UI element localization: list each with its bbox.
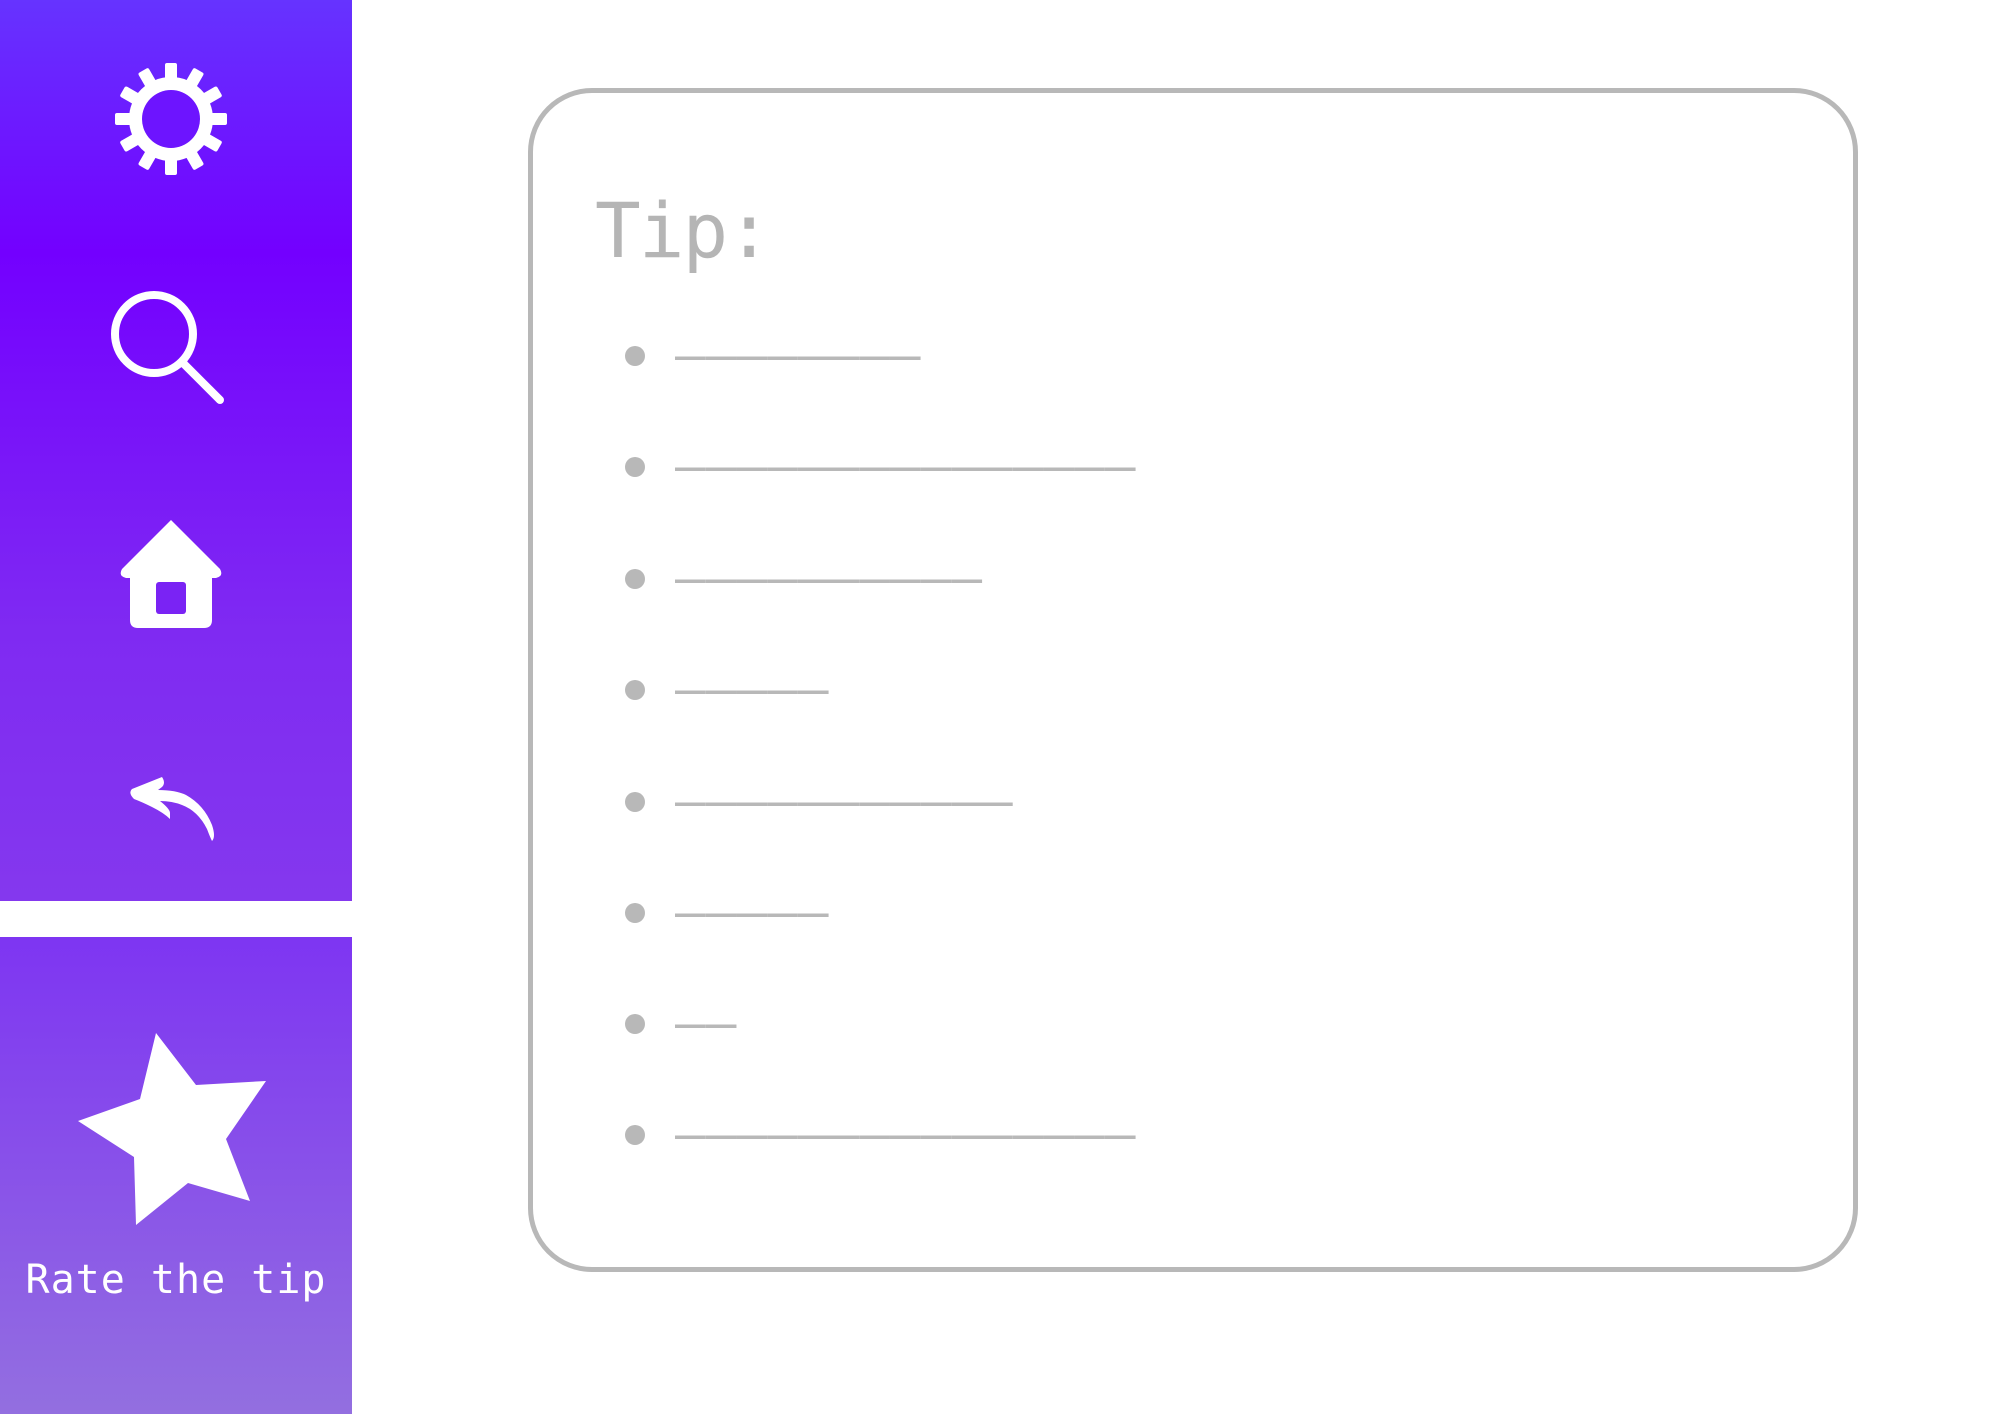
gear-icon <box>115 63 227 175</box>
tip-card: Tip: ———————— ——————————————— ——————————… <box>528 88 1858 1272</box>
bullet-icon <box>625 346 645 366</box>
rate-tip-label: Rate the tip <box>25 1257 327 1303</box>
placeholder-line: —————————— <box>675 549 983 608</box>
bullet-icon <box>625 792 645 812</box>
search-icon <box>111 291 224 404</box>
home-button[interactable] <box>96 510 246 640</box>
home-icon <box>120 520 222 628</box>
list-item: —————————— <box>625 549 983 608</box>
star-icon <box>78 1033 266 1225</box>
list-item: ————— <box>625 883 829 942</box>
bullet-icon <box>625 457 645 477</box>
list-item: ————— <box>625 660 829 719</box>
placeholder-line: ——————————————— <box>675 1105 1136 1164</box>
bullet-icon <box>625 680 645 700</box>
settings-button[interactable] <box>96 54 246 184</box>
placeholder-line: ——————————————— <box>675 437 1136 496</box>
bullet-icon <box>625 1014 645 1034</box>
list-item: ——————————————— <box>625 437 1136 496</box>
tip-list: ———————— ——————————————— —————————— ————… <box>533 93 1853 1267</box>
reply-back-button[interactable] <box>96 756 246 886</box>
list-item: —— <box>625 994 737 1053</box>
list-item: ——————————————— <box>625 1105 1136 1164</box>
placeholder-line: —— <box>675 994 737 1053</box>
list-item: ——————————— <box>625 772 1013 831</box>
reply-arrow-icon <box>130 777 214 841</box>
page: Rate the tip Tip: ———————— —————————————… <box>0 0 2000 1414</box>
placeholder-line: ——————————— <box>675 772 1013 831</box>
bullet-icon <box>625 569 645 589</box>
list-item: ———————— <box>625 326 921 385</box>
bullet-icon <box>625 903 645 923</box>
sidebar-nav <box>0 0 352 901</box>
placeholder-line: ————— <box>675 660 829 719</box>
placeholder-line: ————— <box>675 883 829 942</box>
placeholder-line: ———————— <box>675 326 921 385</box>
search-button[interactable] <box>96 286 246 416</box>
rate-tip-button[interactable]: Rate the tip <box>0 937 352 1414</box>
bullet-icon <box>625 1125 645 1145</box>
